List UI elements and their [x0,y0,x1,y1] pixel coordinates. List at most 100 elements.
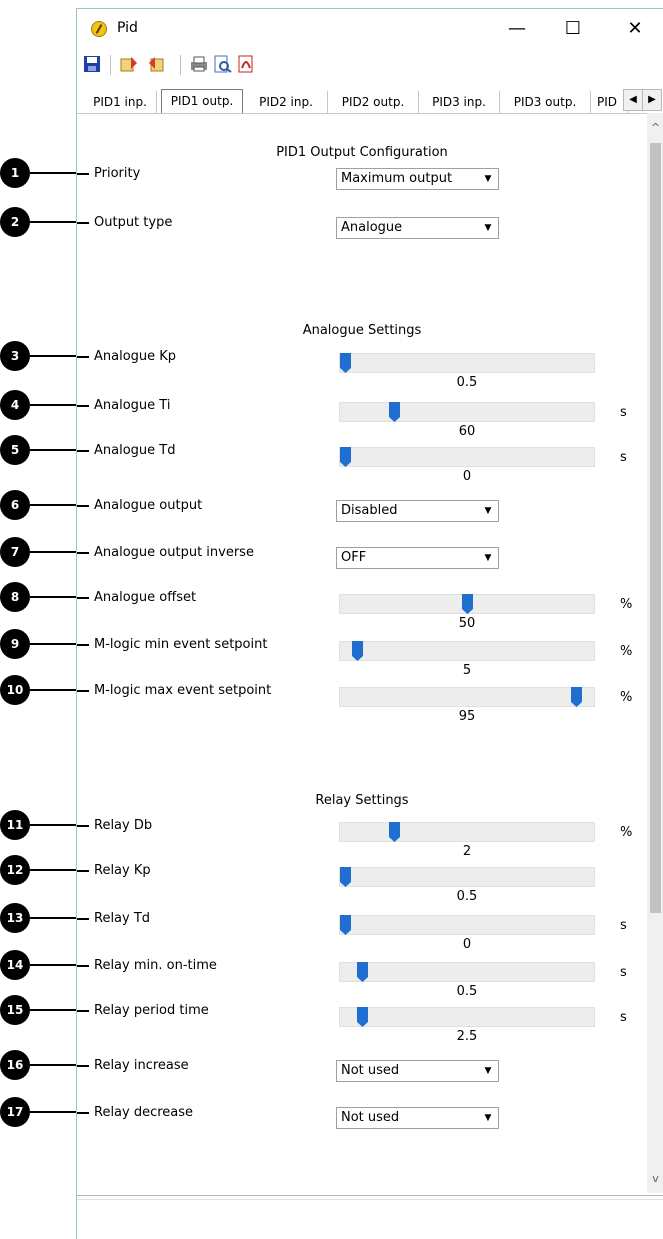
tab-pid1-input[interactable]: PID1 inp. [84,91,157,113]
toolbar-separator [110,55,111,75]
slider-thumb[interactable] [389,822,400,842]
read-settings-icon[interactable] [147,55,165,73]
settings-panel: PID1 Output Configuration Analogue Setti… [77,113,647,1194]
analogue-settings-heading: Analogue Settings [302,323,422,338]
slider-track[interactable] [339,353,595,373]
callout-leader-line [30,404,76,406]
tab-pid2-output[interactable]: PID2 outp. [328,91,419,113]
slider-track[interactable] [339,962,595,982]
callout-marker: 10 [0,675,76,705]
callout-marker: 3 [0,341,76,371]
slider-value: 50 [458,616,476,631]
slider-thumb[interactable] [340,447,351,467]
vertical-scrollbar[interactable]: ^ v [647,113,663,1193]
slider-thumb[interactable] [462,594,473,614]
scroll-down-arrow[interactable]: v [647,1170,663,1187]
pdf-export-icon[interactable] [237,55,255,73]
slider-value: 2.5 [456,1029,478,1044]
slider-thumb[interactable] [340,867,351,887]
slider-track[interactable] [339,867,595,887]
field-label: Analogue Td [94,443,176,458]
tab-strip: PID1 inp. PID1 outp. PID2 inp. PID2 outp… [77,89,663,114]
callout-number: 12 [0,855,30,885]
callout-leader-line [77,644,89,646]
slider-thumb[interactable] [357,1007,368,1027]
callout-marker: 15 [0,995,76,1025]
tab-scroll-left-arrow[interactable]: ◀ [623,89,643,111]
chevron-down-icon[interactable]: ▼ [480,550,496,566]
print-preview-icon[interactable] [213,55,232,73]
slider-thumb[interactable] [571,687,582,707]
chevron-down-icon[interactable]: ▼ [480,1063,496,1079]
dropdown-select[interactable]: Maximum output ▼ [336,168,499,190]
tab-pid3-output[interactable]: PID3 outp. [500,91,591,113]
callout-number: 14 [0,950,30,980]
callout-leader-line [77,690,89,692]
dropdown-select[interactable]: Not used ▼ [336,1107,499,1129]
callout-marker: 9 [0,629,76,659]
chevron-down-icon[interactable]: ▼ [480,1110,496,1126]
callout-marker: 6 [0,490,76,520]
callout-leader-line [77,597,89,599]
slider-track[interactable] [339,1007,595,1027]
dropdown-select[interactable]: Disabled ▼ [336,500,499,522]
title-bar: Pid — ☐ ✕ [77,9,663,49]
slider-value: 0.5 [456,889,478,904]
dropdown-select[interactable]: Analogue ▼ [336,217,499,239]
close-button[interactable]: ✕ [615,15,655,43]
field-label: Priority [94,166,141,181]
slider-thumb[interactable] [389,402,400,422]
field-label: Relay Kp [94,863,151,878]
chevron-down-icon[interactable]: ▼ [480,503,496,519]
slider-thumb[interactable] [340,915,351,935]
print-icon[interactable] [189,55,207,73]
field-label: M-logic min event setpoint [94,637,268,652]
dropdown-value: Analogue [341,220,403,235]
field-label: Analogue output inverse [94,545,254,560]
callout-leader-line [77,1010,89,1012]
slider-thumb[interactable] [357,962,368,982]
slider-track[interactable] [339,641,595,661]
save-icon[interactable] [83,55,101,73]
slider-thumb[interactable] [352,641,363,661]
callout-marker: 11 [0,810,76,840]
maximize-button[interactable]: ☐ [553,15,593,43]
field-label: Analogue output [94,498,203,513]
callout-leader-line [30,1111,76,1113]
tab-pid3-input[interactable]: PID3 inp. [419,91,500,113]
callout-leader-line [30,551,76,553]
callout-number: 11 [0,810,30,840]
slider-thumb[interactable] [340,353,351,373]
minimize-button[interactable]: — [497,15,537,43]
slider-value: 0.5 [456,375,478,390]
dropdown-value: Not used [341,1063,400,1078]
callout-number: 4 [0,390,30,420]
scrollbar-thumb[interactable] [650,143,661,913]
toolbar [77,51,663,79]
scroll-up-arrow[interactable]: ^ [647,119,663,136]
tab-pid2-input[interactable]: PID2 inp. [245,91,328,113]
slider-track[interactable] [339,687,595,707]
callout-marker: 4 [0,390,76,420]
slider-value: 60 [458,424,476,439]
dropdown-value: OFF [341,550,367,565]
slider-track[interactable] [339,447,595,467]
slider-track[interactable] [339,594,595,614]
slider-track[interactable] [339,402,595,422]
tab-pid1-output[interactable]: PID1 outp. [161,89,243,114]
chevron-down-icon[interactable]: ▼ [480,220,496,236]
dropdown-value: Disabled [341,503,398,518]
callout-marker: 8 [0,582,76,612]
pid-window: Pid — ☐ ✕ PID1 inp. PID1 outp. PID2 inp.… [76,8,663,1239]
field-label: Relay Td [94,911,151,926]
dropdown-select[interactable]: OFF ▼ [336,547,499,569]
chevron-down-icon[interactable]: ▼ [480,171,496,187]
callout-leader-line [77,222,89,224]
slider-track[interactable] [339,822,595,842]
unit-label: s [620,405,627,420]
callout-leader-line [77,505,89,507]
write-settings-icon[interactable] [119,55,137,73]
dropdown-select[interactable]: Not used ▼ [336,1060,499,1082]
tab-scroll-right-arrow[interactable]: ▶ [642,89,662,111]
slider-track[interactable] [339,915,595,935]
